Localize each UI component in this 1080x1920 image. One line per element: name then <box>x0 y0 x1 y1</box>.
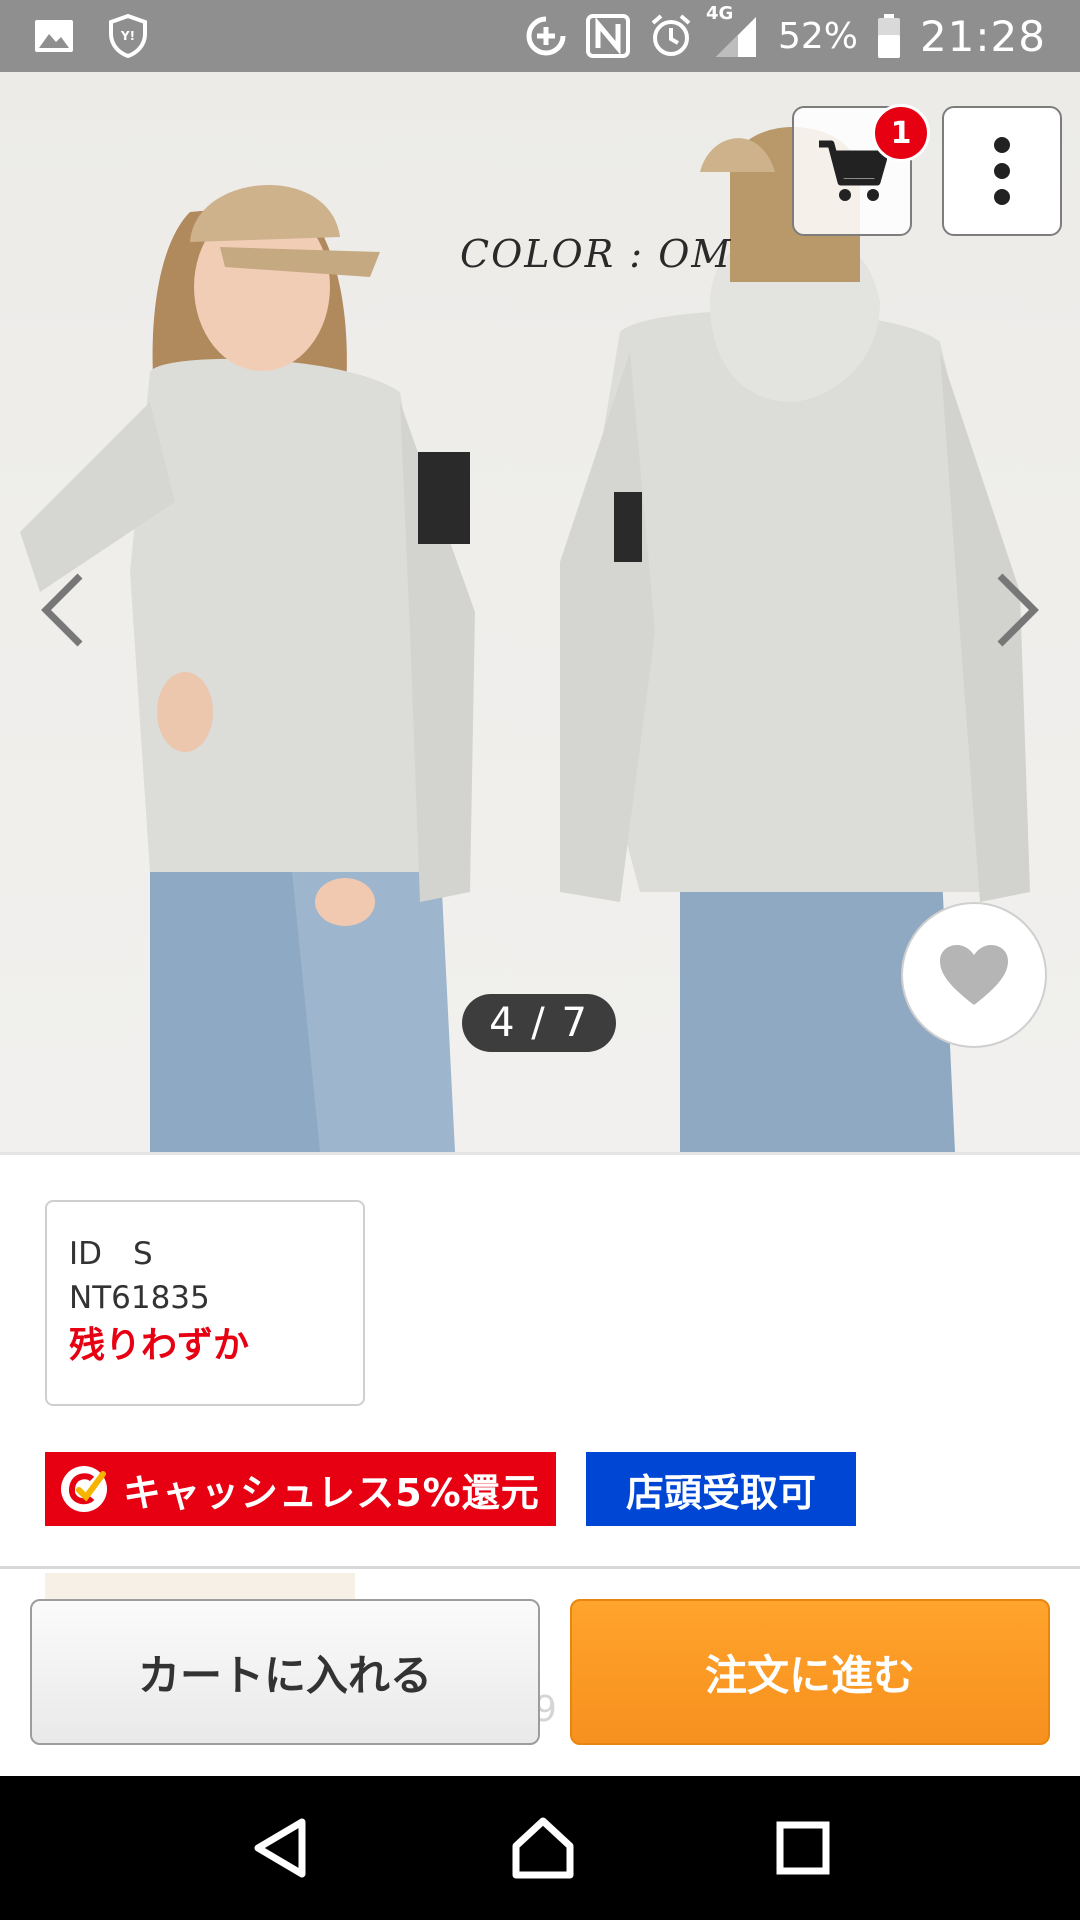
color-label: COLOR : OM <box>460 232 733 276</box>
proceed-order-button[interactable]: 注文に進む <box>570 1599 1050 1745</box>
home-icon[interactable] <box>511 1816 575 1880</box>
system-navigation-bar <box>0 1776 1080 1920</box>
bottom-action-bar: 9 カートに入れる 注文に進む <box>0 1566 1080 1776</box>
alarm-icon <box>648 13 694 59</box>
product-image-gallery[interactable]: COLOR : OM 1 4 / 7 <box>0 72 1080 1152</box>
data-saver-icon <box>524 14 568 58</box>
network-type-label: 4G <box>705 3 734 24</box>
previous-image-arrow-icon[interactable] <box>40 572 84 652</box>
variant-option-card[interactable]: ID S NT61835 残りわずか <box>45 1200 365 1406</box>
svg-text:Y!: Y! <box>120 29 135 43</box>
battery-percent: 52% <box>777 15 858 57</box>
back-icon[interactable] <box>250 1817 310 1879</box>
battery-icon <box>876 13 902 59</box>
add-to-cart-button[interactable]: カートに入れる <box>30 1599 540 1745</box>
cashless-reward-text: キャッシュレス5%還元 <box>123 1470 540 1515</box>
cashless-reward-badge: キャッシュレス5%還元 <box>45 1452 556 1526</box>
status-bar: Y! 4G 52% 21:28 <box>0 0 1080 72</box>
screen: Y! 4G 52% 21:28 COLOR: OM 1 4 / 7 ID S … <box>0 0 1080 1920</box>
signal-icon: 4G <box>706 3 760 59</box>
clock: 21:28 <box>919 11 1046 61</box>
favorite-button[interactable] <box>901 902 1047 1048</box>
heart-icon <box>938 943 1010 1007</box>
stock-status: 残りわずか <box>69 1325 250 1366</box>
more-vertical-icon <box>992 136 1012 206</box>
gallery-icon <box>34 19 74 53</box>
section-divider <box>0 1152 1080 1155</box>
variant-size: ID S <box>69 1236 153 1272</box>
variant-code: NT61835 <box>69 1280 210 1316</box>
nfc-icon <box>585 14 630 58</box>
image-pager-indicator: 4 / 7 <box>462 994 616 1052</box>
cashless-logo-icon <box>59 1464 109 1514</box>
shield-icon: Y! <box>108 14 148 58</box>
more-menu-button[interactable] <box>942 106 1062 236</box>
recents-icon[interactable] <box>776 1821 830 1875</box>
cart-count-badge: 1 <box>872 104 930 162</box>
next-image-arrow-icon[interactable] <box>996 572 1040 652</box>
cart-button[interactable]: 1 <box>792 104 930 236</box>
store-pickup-badge: 店頭受取可 <box>586 1452 856 1526</box>
